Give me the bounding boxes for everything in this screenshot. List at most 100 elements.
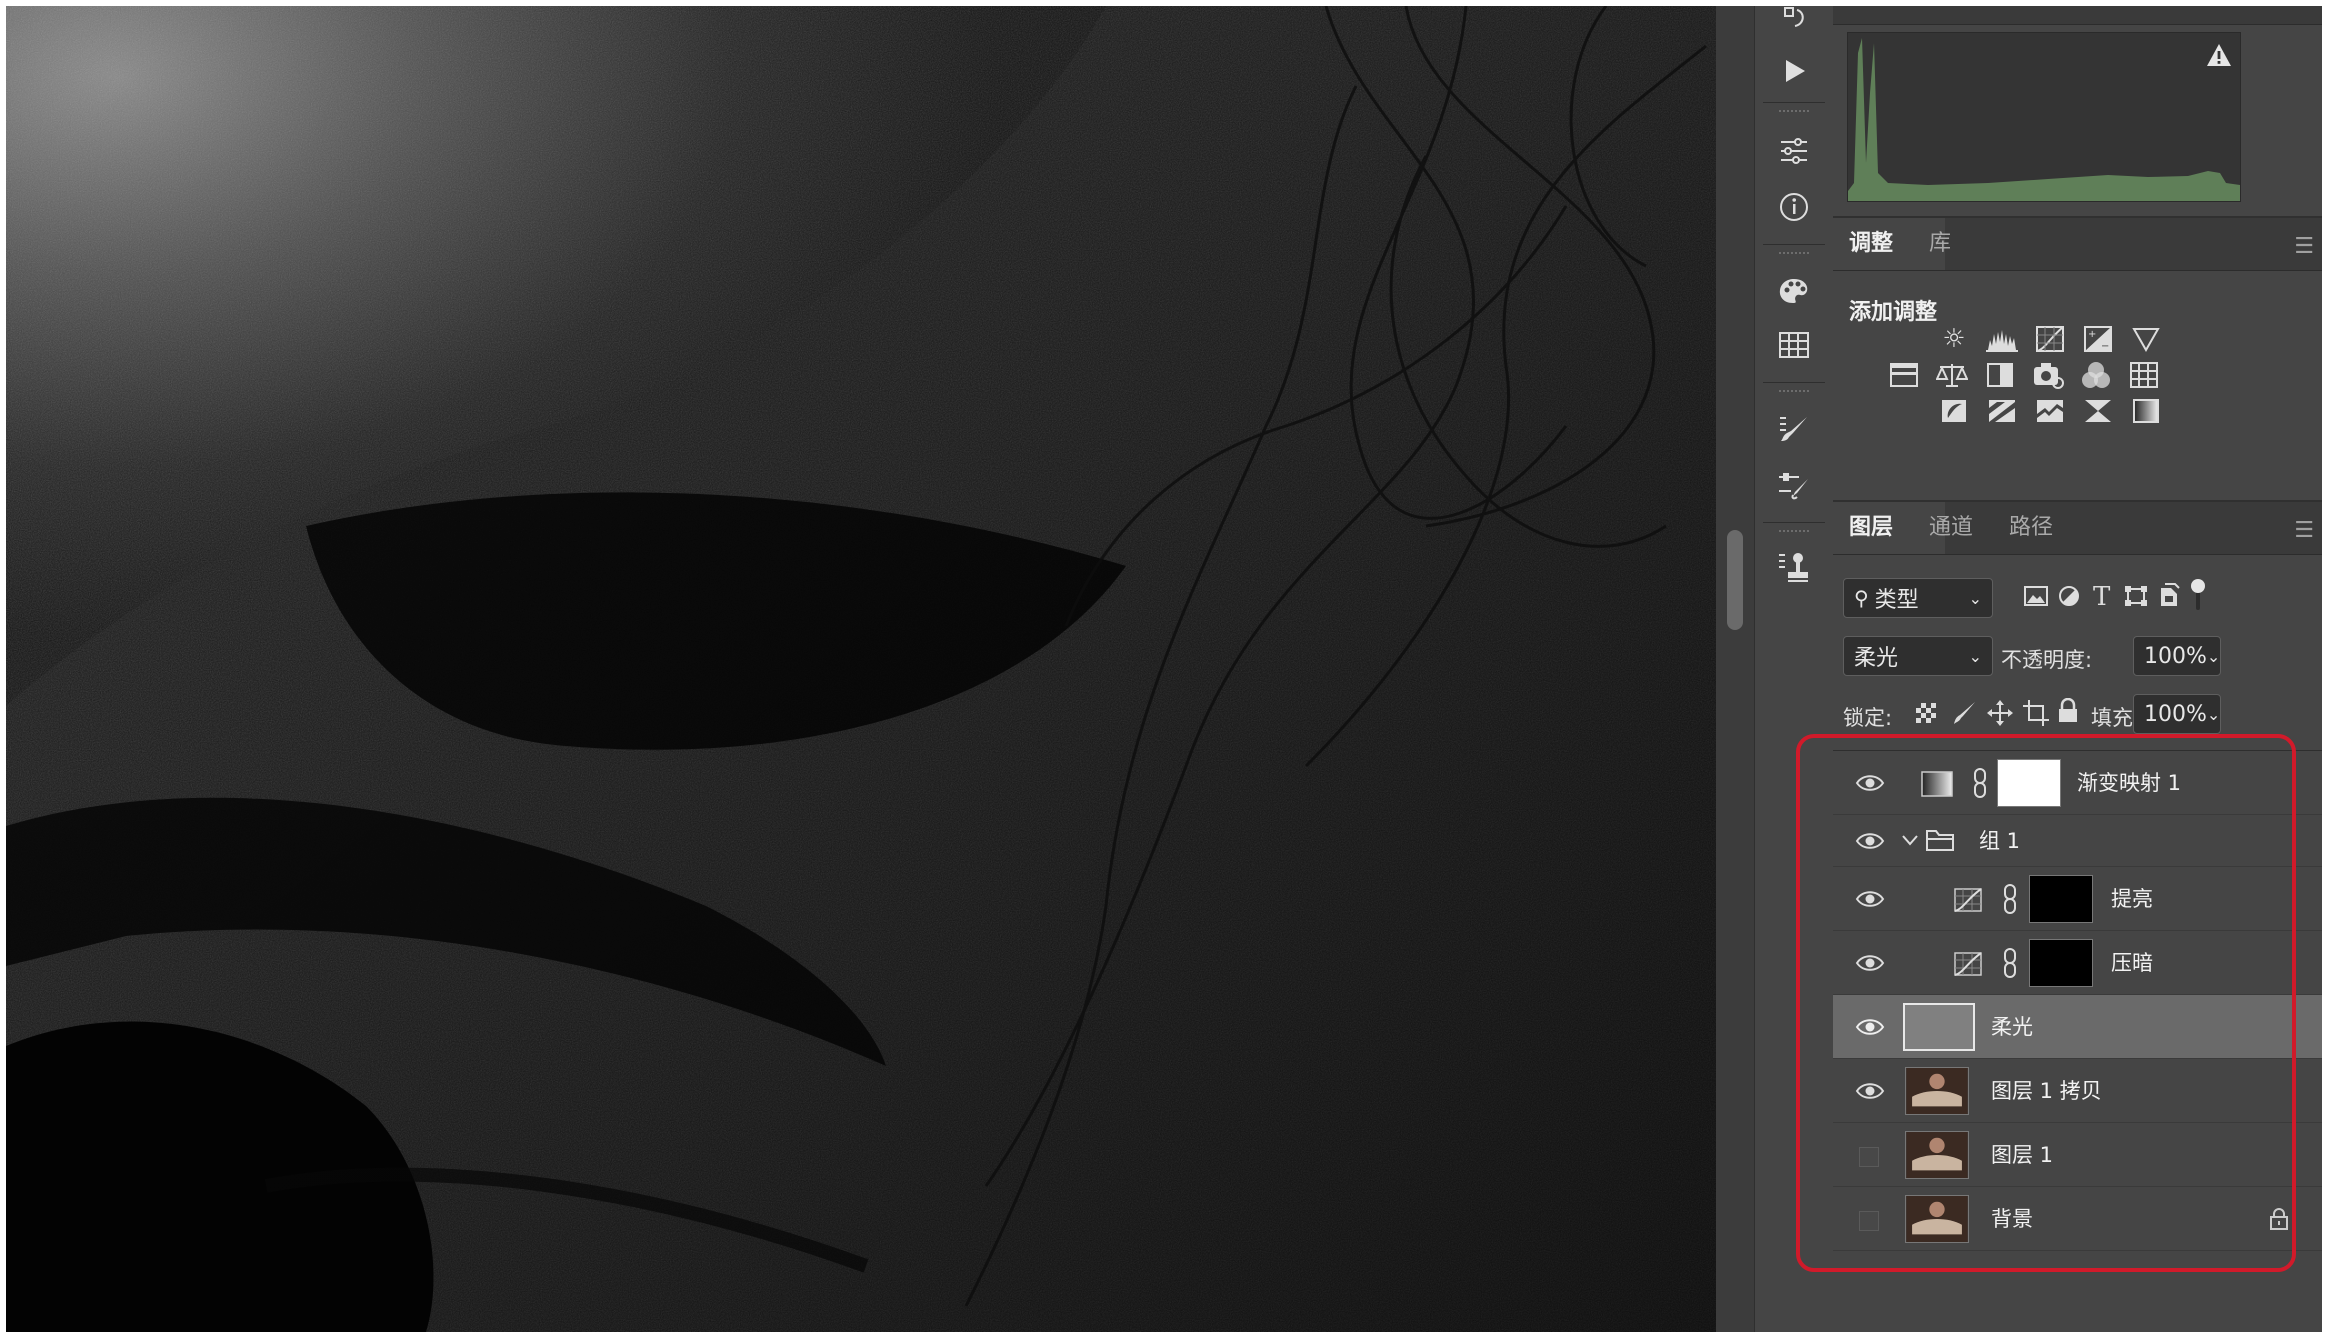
eye-icon[interactable] bbox=[1855, 827, 1885, 855]
layer-name[interactable]: 图层 1 bbox=[1991, 1123, 2053, 1187]
layer-row[interactable]: 背景 bbox=[1833, 1187, 2322, 1251]
layer-row[interactable]: 图层 1 拷贝 bbox=[1833, 1059, 2322, 1123]
brightness-contrast-icon[interactable]: ☼ bbox=[1935, 320, 1973, 358]
canvas-vertical-scrollbar[interactable] bbox=[1716, 6, 1754, 1332]
layer-thumbnail[interactable] bbox=[1905, 1067, 1969, 1115]
info-icon[interactable] bbox=[1755, 182, 1833, 232]
adjustments-tabs: 调整 库 ☰ bbox=[1833, 218, 2322, 271]
link-chain-icon[interactable] bbox=[1971, 767, 1989, 799]
channel-mixer-icon[interactable] bbox=[2077, 356, 2115, 394]
layer-row[interactable]: 压暗 bbox=[1833, 931, 2322, 995]
layer-name[interactable]: 图层 1 拷贝 bbox=[1991, 1059, 2102, 1123]
layer-mask-thumbnail[interactable] bbox=[1997, 759, 2061, 807]
tab-libraries[interactable]: 库 bbox=[1913, 218, 1967, 270]
brush-settings-icon[interactable] bbox=[1755, 404, 1833, 454]
layer-row-selected[interactable]: 柔光 bbox=[1833, 995, 2322, 1059]
layer-name[interactable]: 压暗 bbox=[2111, 931, 2153, 995]
lock-icon[interactable] bbox=[2269, 1207, 2289, 1231]
layer-thumbnail[interactable] bbox=[1903, 1003, 1975, 1051]
eye-icon[interactable] bbox=[1855, 885, 1885, 913]
hue-saturation-icon[interactable] bbox=[1885, 356, 1923, 394]
lock-label: 锁定: bbox=[1843, 706, 1893, 730]
layer-row[interactable]: 提亮 bbox=[1833, 867, 2322, 931]
filter-kind-value: 类型 bbox=[1874, 588, 1919, 613]
posterize-icon[interactable] bbox=[1983, 392, 2021, 430]
color-palette-icon[interactable] bbox=[1755, 266, 1833, 316]
adjustment-row-2 bbox=[1885, 356, 2163, 394]
layers-panel-menu-icon[interactable]: ☰ bbox=[2294, 518, 2314, 543]
histogram-graph bbox=[1847, 32, 2241, 202]
curves-icon bbox=[1954, 888, 1982, 912]
lock-position-icon[interactable] bbox=[1987, 700, 2013, 732]
fill-input[interactable]: 100% ⌄ bbox=[2133, 694, 2221, 734]
layer-row[interactable]: 图层 1 bbox=[1833, 1123, 2322, 1187]
histogram-tabs bbox=[1833, 6, 2322, 25]
lock-artboard-icon[interactable] bbox=[2023, 700, 2049, 732]
eye-icon[interactable] bbox=[1855, 769, 1885, 797]
chevron-down-icon[interactable]: ⌄ bbox=[2207, 705, 2220, 724]
properties-sliders-icon[interactable] bbox=[1755, 126, 1833, 176]
invert-icon[interactable] bbox=[1935, 392, 1973, 430]
layer-row[interactable]: 渐变映射 1 bbox=[1833, 751, 2322, 815]
photo-filter-icon[interactable] bbox=[2029, 356, 2067, 394]
gradient-map-icon[interactable] bbox=[2127, 392, 2165, 430]
exposure-icon[interactable]: + − bbox=[2079, 320, 2117, 358]
layer-name[interactable]: 提亮 bbox=[2111, 867, 2153, 931]
layer-mask-thumbnail[interactable] bbox=[2029, 939, 2093, 987]
chevron-down-icon[interactable]: ⌄ bbox=[2207, 647, 2220, 666]
filter-shape-layers-icon[interactable] bbox=[2123, 584, 2149, 614]
link-chain-icon[interactable] bbox=[2001, 883, 2019, 915]
svg-text:+: + bbox=[2088, 329, 2096, 340]
black-white-icon[interactable] bbox=[1981, 356, 2019, 394]
filter-smart-objects-icon[interactable] bbox=[2157, 582, 2181, 614]
threshold-icon[interactable] bbox=[2031, 392, 2069, 430]
layer-name[interactable]: 背景 bbox=[1991, 1187, 2033, 1251]
filter-toggle-switch[interactable] bbox=[2189, 578, 2207, 620]
layer-thumbnail[interactable] bbox=[1905, 1195, 1969, 1243]
layer-name[interactable]: 组 1 bbox=[1979, 815, 2020, 867]
layer-mask-thumbnail[interactable] bbox=[2029, 875, 2093, 923]
lock-all-icon[interactable] bbox=[2057, 697, 2079, 730]
selective-color-icon[interactable] bbox=[2079, 392, 2117, 430]
play-actions-icon[interactable] bbox=[1755, 46, 1833, 96]
color-balance-icon[interactable] bbox=[1933, 356, 1971, 394]
levels-icon[interactable] bbox=[1983, 320, 2021, 358]
link-chain-icon[interactable] bbox=[2001, 947, 2019, 979]
scrollbar-thumb[interactable] bbox=[1727, 530, 1743, 630]
filter-type-layers-icon[interactable]: T bbox=[2093, 582, 2110, 612]
chevron-down-icon[interactable] bbox=[1901, 833, 1919, 847]
layer-name[interactable]: 渐变映射 1 bbox=[2077, 751, 2181, 815]
vibrance-icon[interactable] bbox=[2127, 320, 2165, 358]
blend-mode-select[interactable]: 柔光 ⌄ bbox=[1843, 636, 1993, 676]
curves-icon[interactable] bbox=[2031, 320, 2069, 358]
tool-presets-icon[interactable] bbox=[1755, 460, 1833, 510]
color-lookup-icon[interactable] bbox=[2125, 356, 2163, 394]
tab-paths[interactable]: 路径 bbox=[1993, 502, 2069, 554]
tab-adjustments-label: 调整 bbox=[1849, 231, 1894, 256]
lock-transparent-pixels-icon[interactable] bbox=[1915, 702, 1937, 730]
eye-icon[interactable] bbox=[1855, 1013, 1885, 1041]
visibility-toggle-off[interactable] bbox=[1859, 1211, 1879, 1231]
eye-icon[interactable] bbox=[1855, 949, 1885, 977]
layer-thumbnail[interactable] bbox=[1905, 1131, 1969, 1179]
tab-channels[interactable]: 通道 bbox=[1913, 502, 1989, 554]
layer-row[interactable]: 组 1 bbox=[1833, 815, 2322, 867]
canvas-photo bbox=[6, 6, 1716, 1332]
lock-image-pixels-icon[interactable] bbox=[1953, 700, 1977, 732]
history-icon[interactable] bbox=[1755, 6, 1833, 44]
panel-menu-icon[interactable]: ☰ bbox=[2294, 234, 2314, 259]
layer-name[interactable]: 柔光 bbox=[1991, 995, 2033, 1059]
clipping-warning-icon[interactable] bbox=[2206, 43, 2232, 67]
adjustment-row-3 bbox=[1935, 392, 2165, 430]
filter-adjustment-layers-icon[interactable] bbox=[2057, 584, 2081, 614]
eye-icon[interactable] bbox=[1855, 1077, 1885, 1105]
opacity-input[interactable]: 100% ⌄ bbox=[2133, 636, 2221, 676]
swatches-grid-icon[interactable] bbox=[1755, 320, 1833, 370]
layer-filter-kind-select[interactable]: ⚲ 类型 ⌄ bbox=[1843, 578, 1993, 618]
visibility-toggle-off[interactable] bbox=[1859, 1147, 1879, 1167]
clone-source-icon[interactable] bbox=[1755, 542, 1833, 592]
search-icon: ⚲ bbox=[1854, 586, 1869, 610]
document-canvas[interactable] bbox=[6, 6, 1716, 1332]
filter-pixel-layers-icon[interactable] bbox=[2023, 584, 2049, 614]
layers-list: 渐变映射 1 组 1 提亮 压暗 柔光 图层 1 拷贝 图层 1 背景 bbox=[1833, 750, 2322, 1251]
